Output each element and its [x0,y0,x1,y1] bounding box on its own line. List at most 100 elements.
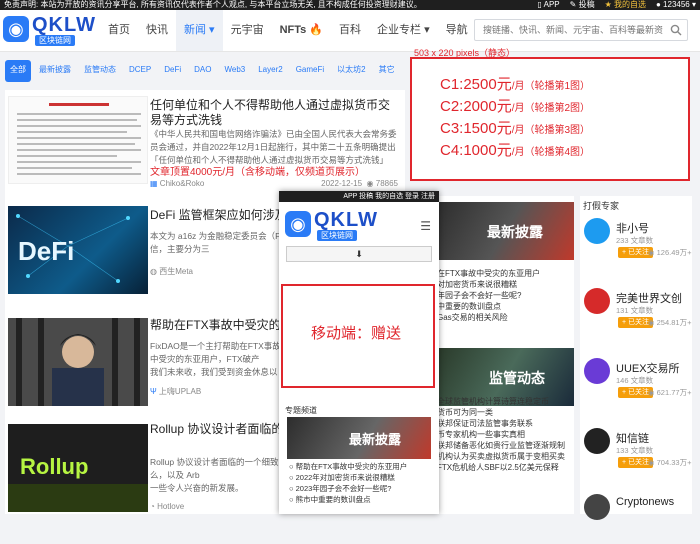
topic-list: 联邦储备恶化如贵行业监管逐渐规制 机构认为买卖虚拟货币属于变相买卖 FTX危机给… [437,440,574,473]
expert-item[interactable]: Cryptonews [584,494,692,544]
favorites-link[interactable]: ★ 我的自选 [605,0,646,10]
mobile-ad-slot[interactable]: 移动端：赠送 [281,284,435,388]
author-name[interactable]: Hotlove [157,502,184,511]
expert-name[interactable]: 非小号 [616,220,649,236]
expert-likes: ◉ 254.81万+ [648,318,692,327]
topic-list-item[interactable]: 币专家机构一些事实真相 [437,429,574,440]
expert-name[interactable]: Cryptonews [616,496,674,508]
tag-layer2[interactable]: Layer2 [253,60,287,82]
topic-list-item[interactable]: Gas交易的相关风险 [437,312,574,323]
user-account[interactable]: ● 123456 ▾ [656,0,696,10]
article-thumbnail[interactable]: DeFi [8,206,148,294]
expert-article-count: 133 文章数 [616,446,654,455]
author-avatar: ◍ [150,267,157,276]
tag-regulation[interactable]: 监管动态 [79,60,121,82]
topic-list-item[interactable]: 联邦保证司法监管事务联系 [437,418,574,429]
logo-mark-icon: ◉ [3,16,29,42]
nav-menu: 首页 快讯 新闻 ▾ 元宇宙 NFTs 🔥 百科 企业专栏 ▾ 导航 [100,10,476,51]
mobile-list-item[interactable]: ○ 熊市中重要的数训盘点 [289,494,439,505]
top-notice-bar: 免责声明: 本站为开放的资讯分享平台, 所有资讯仅代表作者个人观点, 与本平台立… [0,0,700,10]
expert-sidebar: 打假专家 非小号 233 文章数 + 已关注 ◉ 126.49万+ 完美世界文创… [580,196,692,520]
article-thumbnail[interactable]: Rollup [8,424,148,512]
author-name[interactable]: 西生Meta [159,267,193,276]
nav-item-column[interactable]: 企业专栏 ▾ [369,10,438,51]
site-logo[interactable]: ◉ QKLW 区块链网 [3,14,95,48]
article-item[interactable]: 任何单位和个人不得帮助他人通过虚拟货币交易等方式洗钱 《中华人民共和国电信网络诈… [5,90,405,190]
topic-list-item[interactable]: 全球监管机构计算诗算连稳定币 [437,396,574,407]
app-link[interactable]: ▯ APP [537,0,559,10]
nav-item-nfts[interactable]: NFTs 🔥 [272,10,331,51]
author-avatar: ◔ [150,502,155,511]
nav-item-news[interactable]: 新闻 ▾ [176,10,223,51]
article-thumbnail[interactable] [8,96,148,184]
banner-ad-slot[interactable]: 503 x 220 pixels（静态） C1:2500元/月（轮播第1图） C… [410,48,690,181]
nav-item-metaverse[interactable]: 元宇宙 [223,10,272,51]
mobile-topic-banner[interactable]: 最新披露 [287,417,431,459]
mobile-menu-icon[interactable]: ☰ [420,219,431,233]
nav-item-guide[interactable]: 导航 [438,10,476,51]
mobile-logo[interactable]: ◉ QKLW 区块链网 [285,209,377,243]
tag-other[interactable]: 其它 [374,60,400,82]
topic-list: 在FTX事故中受灾的东亚用户 对加密货币来说很糟糕 年园子会不会好一些呢? 中重… [437,268,574,323]
article-meta: ▦ Chiko&Roko 2022-12-15 ◉ 78865 [150,179,398,188]
article-thumbnail[interactable] [8,318,148,406]
tag-gamefi[interactable]: GameFi [291,60,329,82]
mobile-topic-list: ○ 帮助在FTX事故中受灾的东亚用户 ○ 2022年对加密货币来说很糟糕 ○ 2… [289,461,439,505]
topic-list-item[interactable]: 年园子会不会好一些呢? [437,290,574,301]
expert-item[interactable]: 完美世界文创 131 文章数 + 已关注 ◉ 254.81万+ [584,288,692,338]
expert-avatar[interactable] [584,428,610,454]
expert-avatar[interactable] [584,218,610,244]
mobile-preview: APP 投稿 我的自选 登录 注册 ◉ QKLW 区块链网 ☰ ⬇ 移动端：赠送… [279,191,439,514]
expert-likes: ◉ 126.49万+ [648,248,692,257]
tag-dao[interactable]: DAO [189,60,216,82]
nav-item-flash[interactable]: 快讯 [138,10,176,51]
tag-defi[interactable]: DeFi [159,60,186,82]
author-name[interactable]: Chiko&Roko [160,179,204,188]
nav-item-home[interactable]: 首页 [100,10,138,51]
expert-item[interactable]: 非小号 233 文章数 + 已关注 ◉ 126.49万+ [584,218,692,268]
main-nav: ◉ QKLW 区块链网 首页 快讯 新闻 ▾ 元宇宙 NFTs 🔥 百科 企业专… [0,10,700,52]
tag-eth2[interactable]: 以太坊2 [332,60,370,82]
expert-avatar[interactable] [584,288,610,314]
topic-banner[interactable]: 最新披露 [437,202,574,260]
topic-list-item[interactable]: 货币可为同一类 [437,407,574,418]
submit-link[interactable]: ✎ 投稿 [570,0,595,10]
banner-price-line: C4:1000元/月（轮播第4图） [440,142,591,159]
expert-avatar[interactable] [584,358,610,384]
article-title[interactable]: 任何单位和个人不得帮助他人通过虚拟货币交易等方式洗钱 [150,98,398,128]
category-tags: 全部 最新披露 监管动态 DCEP DeFi DAO Web3 Layer2 G… [5,60,405,82]
mobile-list-item[interactable]: ○ 帮助在FTX事故中受灾的东亚用户 [289,461,439,472]
tag-web3[interactable]: Web3 [219,60,250,82]
mobile-list-item[interactable]: ○ 2023年园子会不会好一些呢? [289,483,439,494]
expert-item[interactable]: UUEX交易所 146 文章数 + 已关注 ◉ 621.77万+ [584,358,692,408]
sidebar-title: 打假专家 [583,201,620,211]
search-input[interactable] [475,20,663,40]
topic-list-item[interactable]: 联邦储备恶化如贵行业监管逐渐规制 [437,440,574,451]
expert-likes: ◉ 704.33万+ [648,458,692,467]
mobile-dropdown-bar[interactable]: ⬇ [286,246,432,262]
fire-icon: 🔥 [309,24,324,36]
tag-latest[interactable]: 最新披露 [34,60,76,82]
author-avatar: ▦ [150,179,158,188]
topic-list-item[interactable]: 中重要的数训盘点 [437,301,574,312]
view-count: 78865 [375,179,398,188]
topic-list-item[interactable]: 机构认为买卖虚拟货币属于变相买卖 [437,451,574,462]
expert-avatar[interactable] [584,494,610,520]
expert-name[interactable]: 完美世界文创 [616,290,682,306]
mobile-list-item[interactable]: ○ 2022年对加密货币来说很糟糕 [289,472,439,483]
topic-list-item[interactable]: FTX危机给人SBF以2.5亿美元保释 [437,462,574,473]
expert-name[interactable]: 知信链 [616,430,649,446]
expert-name[interactable]: UUEX交易所 [616,360,680,376]
banner-price-line: C1:2500元/月（轮播第1图） [440,76,591,93]
thumbnail-label: Rollup [20,454,89,479]
article-summary: 《中华人民共和国电信网络诈骗法》已由全国人民代表大会常务委员会通过，并自2022… [150,128,398,168]
expert-item[interactable]: 知信链 133 文章数 + 已关注 ◉ 704.33万+ [584,428,692,478]
author-name[interactable]: 上嗨UPLAB [159,387,201,396]
nav-item-wiki[interactable]: 百科 [331,10,369,51]
search-icon[interactable] [670,24,682,39]
tag-all[interactable]: 全部 [5,60,31,82]
topic-list-item[interactable]: 在FTX事故中受灾的东亚用户 [437,268,574,279]
topic-banner-label: 监管动态 [489,370,545,386]
topic-list-item[interactable]: 对加密货币来说很糟糕 [437,279,574,290]
tag-dcep[interactable]: DCEP [124,60,156,82]
